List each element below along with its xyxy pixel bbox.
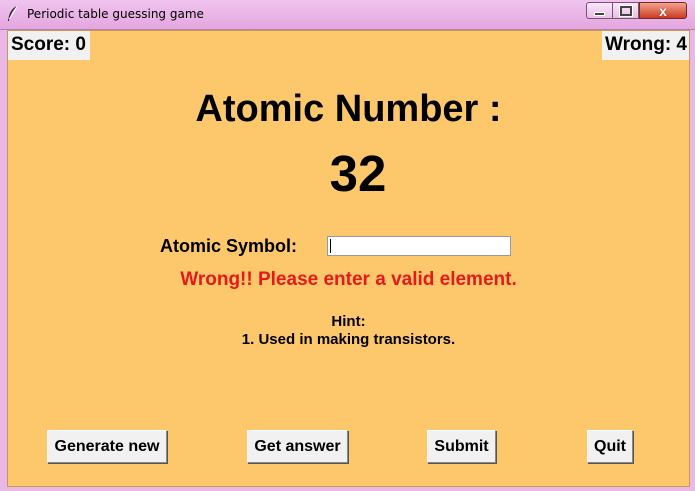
- minimize-button[interactable]: [586, 2, 613, 19]
- submit-button[interactable]: Submit: [427, 430, 496, 463]
- close-icon: x: [659, 2, 667, 19]
- game-panel: Score: 0 Wrong: 4 Atomic Number : 32 Ato…: [7, 30, 690, 487]
- hint-text: 1. Used in making transistors.: [241, 331, 456, 348]
- title-bar: Periodic table guessing game x: [0, 0, 695, 30]
- feather-icon: [8, 5, 18, 21]
- wrong-count-label: Wrong: 4: [602, 31, 689, 60]
- atomic-number-label: Atomic Number :: [195, 88, 502, 130]
- quit-button[interactable]: Quit: [587, 430, 633, 463]
- error-message: Wrong!! Please enter a valid element.: [180, 269, 517, 290]
- generate-new-button[interactable]: Generate new: [47, 430, 167, 463]
- close-button[interactable]: x: [639, 2, 687, 19]
- atomic-number-value: 32: [329, 145, 387, 202]
- atomic-symbol-label: Atomic Symbol:: [160, 236, 298, 256]
- atomic-symbol-input[interactable]: [327, 236, 511, 256]
- get-answer-button[interactable]: Get answer: [247, 430, 348, 463]
- text-caret: [330, 239, 331, 253]
- minimize-icon: [594, 11, 605, 16]
- hint-title: Hint:: [331, 313, 366, 330]
- maximize-icon: [619, 5, 632, 16]
- score-label: Score: 0: [8, 31, 90, 60]
- maximize-button[interactable]: [612, 2, 639, 19]
- window-title: Periodic table guessing game: [27, 7, 204, 21]
